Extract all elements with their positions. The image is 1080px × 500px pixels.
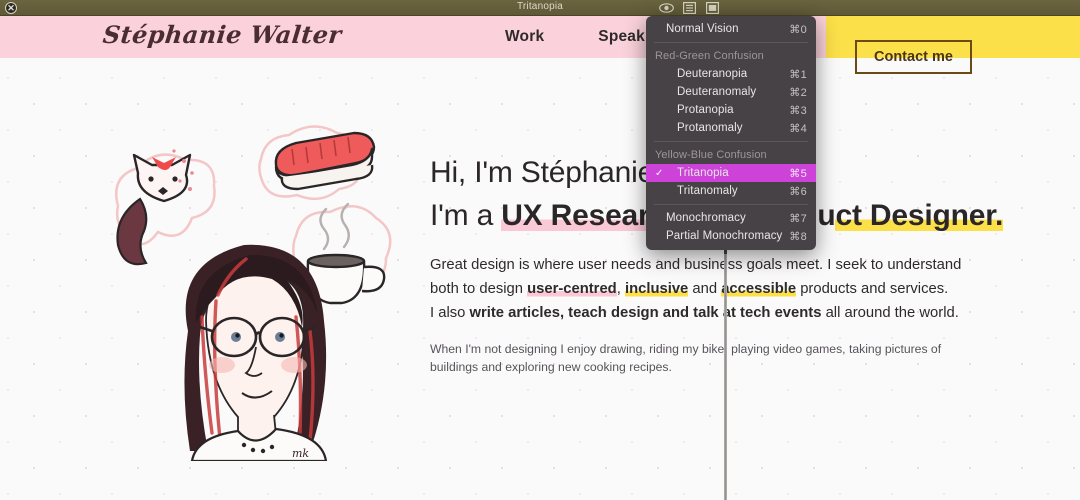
- portrait-illustration: mk: [96, 121, 396, 461]
- paragraph-part-3: and: [688, 281, 721, 297]
- contact-me-button[interactable]: Contact me: [855, 40, 972, 74]
- hero-small-paragraph: When I'm not designing I enjoy drawing, …: [430, 340, 960, 376]
- webpage-viewport: Stéphanie Walter Work Speaking Blog Cont…: [0, 16, 1080, 500]
- menu-separator: [654, 141, 808, 142]
- menu-item-monochromacy[interactable]: Monochromacy⌘7: [646, 209, 816, 227]
- hero-line2-prefix: I'm a: [430, 199, 501, 232]
- menu-item-label: Partial Monochromacy: [666, 230, 789, 242]
- menu-item-normal-vision[interactable]: Normal Vision⌘0: [646, 20, 816, 38]
- highlight-user-centred: user-centred: [527, 281, 617, 297]
- menu-item-label: Monochromacy: [666, 212, 789, 224]
- window-icon[interactable]: [703, 1, 721, 14]
- highlight-accessible: accessible: [721, 281, 796, 297]
- menu-item-shortcut: ⌘8: [789, 230, 807, 243]
- window-title: Tritanopia: [0, 1, 1080, 12]
- list-icon[interactable]: [680, 1, 698, 14]
- site-header: Stéphanie Walter Work Speaking Blog Cont…: [0, 16, 1080, 58]
- hero-paragraph: Great design is where user needs and bus…: [430, 253, 990, 325]
- menu-item-shortcut: ⌘1: [789, 68, 807, 81]
- menu-group-label: Red-Green Confusion: [646, 47, 816, 65]
- menu-item-shortcut: ⌘5: [789, 167, 807, 180]
- menu-item-protanomaly[interactable]: Protanomaly⌘4: [646, 119, 816, 137]
- menu-separator: [654, 204, 808, 205]
- menu-separator: [654, 42, 808, 43]
- menu-item-label: Deuteranomaly: [666, 86, 789, 98]
- color-vision-simulator-window: Stéphanie Walter Work Speaking Blog Cont…: [0, 0, 1080, 500]
- vision-mode-menu[interactable]: Normal Vision⌘0Red-Green ConfusionDeuter…: [646, 16, 816, 250]
- check-icon: ✓: [655, 168, 666, 179]
- menu-item-tritanopia[interactable]: ✓Tritanopia⌘5: [646, 164, 816, 182]
- highlight-inclusive: inclusive: [625, 281, 688, 297]
- nav-item-work[interactable]: Work: [505, 28, 544, 46]
- menu-item-label: Deuteranopia: [666, 68, 789, 80]
- paragraph-part-2: ,: [617, 281, 625, 297]
- menu-item-tritanomaly[interactable]: Tritanomaly⌘6: [646, 182, 816, 200]
- menu-item-deuteranopia[interactable]: Deuteranopia⌘1: [646, 65, 816, 83]
- menu-item-label: Tritanopia: [666, 167, 789, 179]
- menu-item-deuteranomaly[interactable]: Deuteranomaly⌘2: [646, 83, 816, 101]
- window-titlebar: ✕ Tritanopia: [0, 0, 1080, 16]
- menu-item-label: Tritanomaly: [666, 185, 789, 197]
- paragraph-part-4: products and services.: [796, 281, 948, 297]
- menu-item-shortcut: ⌘4: [789, 122, 807, 135]
- titlebar-icon-group: [657, 1, 721, 14]
- paragraph-part-6: all around the world.: [821, 305, 958, 321]
- menu-item-shortcut: ⌘3: [789, 104, 807, 117]
- menu-item-shortcut: ⌘0: [789, 23, 807, 36]
- site-logo[interactable]: Stéphanie Walter: [101, 20, 343, 49]
- menu-item-shortcut: ⌘7: [789, 212, 807, 225]
- hero-highlight-product-designer: ct Designer.: [835, 199, 1003, 232]
- highlight-write-articles: write articles, teach design and talk at…: [469, 305, 821, 321]
- eye-icon[interactable]: [657, 1, 675, 14]
- menu-item-label: Protanopia: [666, 104, 789, 116]
- menu-item-label: Normal Vision: [666, 23, 789, 35]
- menu-item-partial-monochromacy[interactable]: Partial Monochromacy⌘8: [646, 227, 816, 245]
- menu-item-shortcut: ⌘6: [789, 185, 807, 198]
- paragraph-part-5: I also: [430, 305, 469, 321]
- menu-item-label: Protanomaly: [666, 122, 789, 134]
- svg-text:mk: mk: [292, 447, 309, 460]
- menu-item-protanopia[interactable]: Protanopia⌘3: [646, 101, 816, 119]
- menu-item-shortcut: ⌘2: [789, 86, 807, 99]
- menu-group-label: Yellow-Blue Confusion: [646, 146, 816, 164]
